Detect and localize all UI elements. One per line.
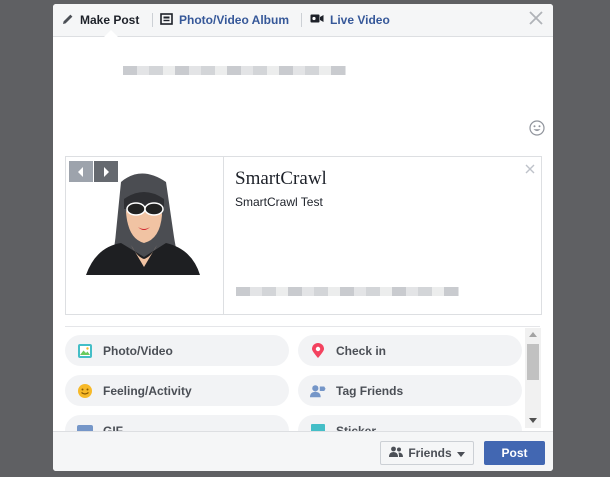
- tag-friends-button[interactable]: Tag Friends: [298, 375, 522, 406]
- audience-label: Friends: [408, 446, 452, 460]
- friends-icon: [389, 446, 404, 460]
- pencil-icon: [62, 13, 74, 28]
- previous-image-button[interactable]: [69, 161, 93, 182]
- tag-friends-icon: [310, 383, 326, 399]
- tab-make-post[interactable]: Make Post: [62, 4, 139, 36]
- tab-live-video[interactable]: Live Video: [310, 4, 390, 36]
- tab-divider: [152, 13, 153, 27]
- arrow-right-icon: [104, 166, 109, 177]
- tab-divider: [301, 13, 302, 27]
- feeling-activity-label: Feeling/Activity: [103, 383, 192, 398]
- scroll-down-arrow[interactable]: [529, 418, 537, 423]
- actions-divider: [65, 326, 540, 327]
- chevron-down-icon: [456, 446, 465, 460]
- post-button[interactable]: Post: [484, 441, 545, 465]
- preview-image: [66, 157, 224, 314]
- photo-icon: [77, 343, 93, 359]
- tab-photo-video-album[interactable]: Photo/Video Album: [160, 4, 289, 36]
- preview-description: SmartCrawl Test: [235, 195, 323, 209]
- album-icon: [160, 12, 173, 28]
- location-pin-icon: [310, 342, 326, 359]
- smiley-icon: [77, 383, 93, 399]
- audience-selector[interactable]: Friends: [380, 441, 474, 465]
- arrow-left-icon: [78, 166, 83, 177]
- scroll-thumb[interactable]: [527, 344, 539, 380]
- actions-scrollbar[interactable]: [525, 328, 541, 428]
- tab-make-post-label: Make Post: [80, 13, 140, 27]
- check-in-label: Check in: [336, 343, 387, 358]
- preview-title[interactable]: SmartCrawl: [235, 168, 327, 190]
- photo-video-button[interactable]: Photo/Video: [65, 335, 289, 366]
- video-camera-icon: [310, 13, 324, 27]
- next-image-button[interactable]: [94, 161, 118, 182]
- active-tab-caret: [104, 30, 118, 37]
- create-post-dialog: Make Post Photo/Video Album Live Video S…: [53, 4, 553, 471]
- scroll-up-arrow[interactable]: [529, 332, 537, 337]
- tag-friends-label: Tag Friends: [336, 383, 404, 398]
- redacted-preview-url: [236, 287, 459, 296]
- check-in-button[interactable]: Check in: [298, 335, 522, 366]
- feeling-activity-button[interactable]: Feeling/Activity: [65, 375, 289, 406]
- emoji-icon[interactable]: [529, 120, 545, 136]
- link-preview-card: SmartCrawl SmartCrawl Test: [65, 156, 542, 315]
- remove-preview-icon[interactable]: [525, 161, 535, 174]
- composer-tabs: Make Post Photo/Video Album Live Video: [53, 4, 553, 37]
- photo-video-label: Photo/Video: [103, 343, 173, 358]
- tab-live-label: Live Video: [330, 13, 390, 27]
- redacted-post-text[interactable]: [123, 66, 346, 75]
- tab-album-label: Photo/Video Album: [179, 13, 289, 27]
- close-icon[interactable]: [527, 10, 545, 28]
- composer-footer: Friends Post: [53, 431, 553, 471]
